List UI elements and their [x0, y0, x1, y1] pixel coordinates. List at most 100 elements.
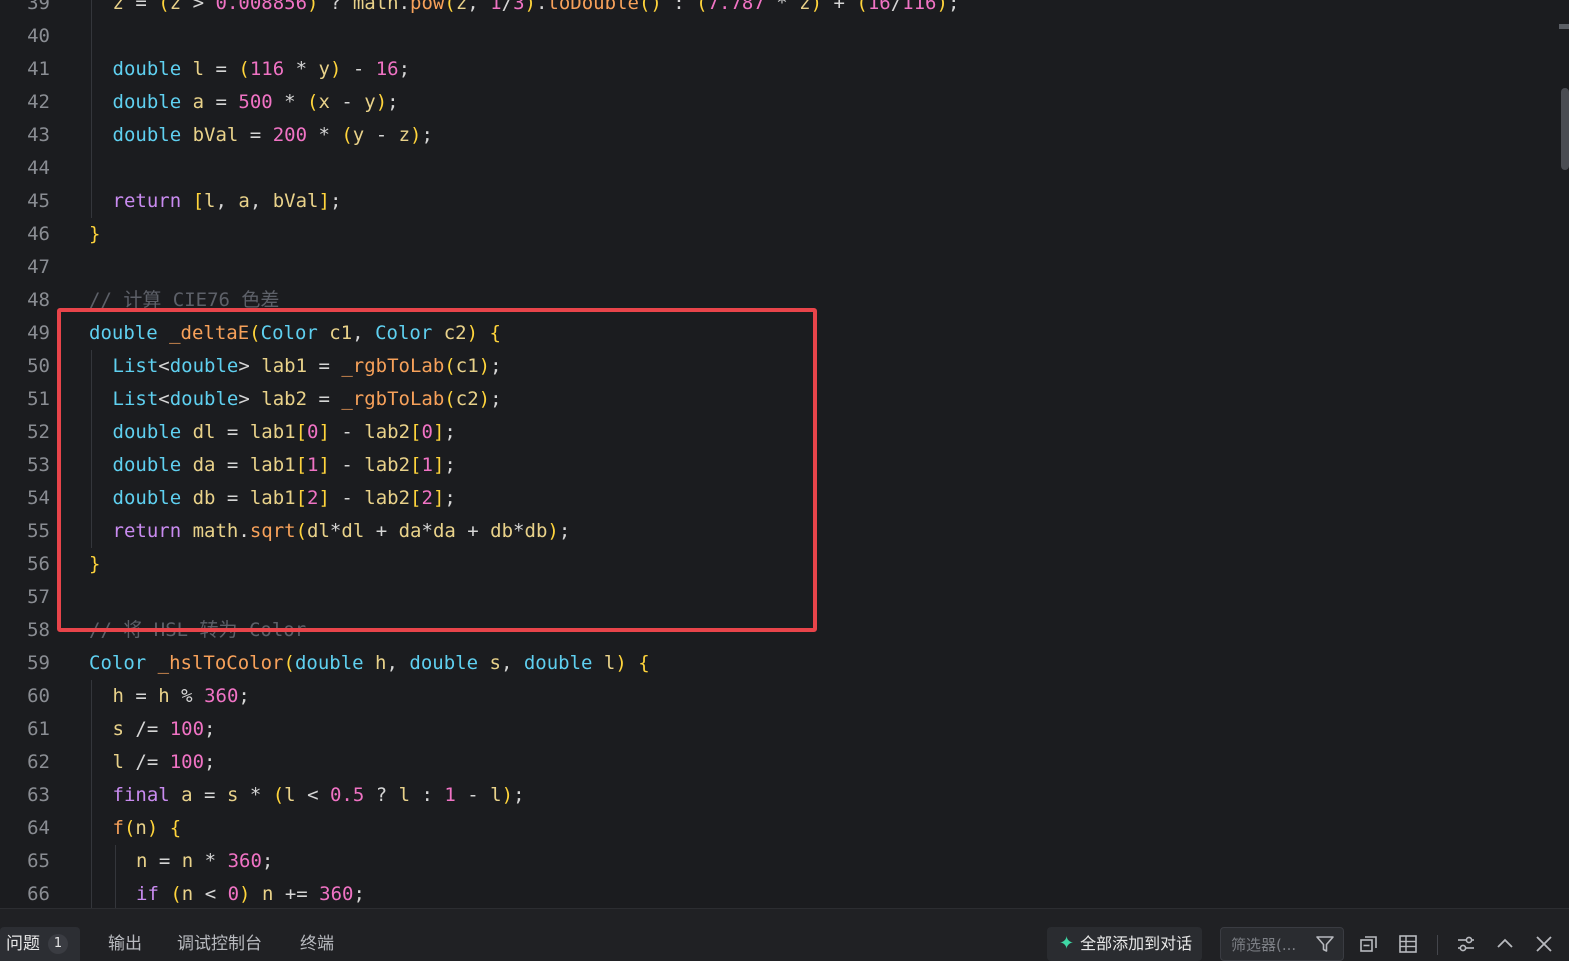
- line-number: 63: [27, 784, 50, 806]
- line-number: 58: [27, 619, 50, 641]
- code-line[interactable]: if (n < 0) n += 360;: [136, 878, 365, 908]
- line-number: 39: [27, 0, 50, 14]
- code-token: l: [603, 652, 616, 674]
- code-token: a: [238, 190, 250, 212]
- code-token: /=: [123, 751, 170, 773]
- code-line[interactable]: final a = s * (l < 0.5 ? l : 1 - l);: [113, 779, 525, 812]
- line-number: 64: [27, 817, 50, 839]
- code-line[interactable]: l /= 100;: [113, 746, 216, 779]
- code-token: ;: [398, 58, 411, 80]
- code-line[interactable]: return [l, a, bVal];: [113, 185, 342, 218]
- code-token: :: [661, 0, 697, 14]
- code-token: ;: [513, 784, 525, 806]
- code-token: 100: [169, 751, 205, 773]
- add-all-to-chat-button[interactable]: ✦ 全部添加到对话: [1047, 927, 1203, 961]
- code-token: 360: [319, 883, 354, 905]
- code-token: /=: [123, 718, 170, 740]
- code-line[interactable]: s /= 100;: [113, 713, 216, 746]
- code-line[interactable]: f(n) {: [113, 812, 182, 845]
- line-number: 42: [27, 91, 50, 113]
- code-token: double: [112, 124, 182, 146]
- code-token: 100: [169, 718, 205, 740]
- code-token: 0.008856: [215, 0, 308, 14]
- code-line[interactable]: h = h % 360;: [113, 680, 250, 713]
- code-line[interactable]: }: [89, 218, 100, 251]
- code-line[interactable]: n = n * 360;: [136, 845, 273, 878]
- code-token: pow: [410, 0, 445, 14]
- code-line[interactable]: double bVal = 200 * (y - z);: [113, 119, 433, 152]
- code-token: *: [272, 91, 308, 113]
- close-icon[interactable]: [1533, 933, 1555, 955]
- code-token: 16: [375, 58, 399, 80]
- code-token: l: [204, 190, 216, 212]
- code-token: =: [204, 91, 239, 113]
- code-token: ?: [318, 0, 353, 14]
- filter-icon[interactable]: [1315, 934, 1335, 958]
- indent-guide: [114, 878, 116, 908]
- chevron-up-icon[interactable]: [1494, 933, 1516, 955]
- code-token: double: [112, 58, 182, 80]
- code-token: z: [455, 0, 468, 14]
- code-token: Color: [89, 652, 147, 674]
- table-view-icon[interactable]: [1397, 933, 1419, 955]
- code-token: n: [181, 883, 194, 905]
- tab-problems[interactable]: 问题 1: [0, 927, 80, 961]
- scrollbar-thumb[interactable]: [1561, 88, 1569, 170]
- code-token: x: [318, 91, 330, 113]
- code-token: 16: [867, 0, 891, 14]
- tab-debug-console[interactable]: 调试控制台: [177, 927, 262, 961]
- tab-output[interactable]: 输出: [108, 927, 142, 961]
- filter-box[interactable]: [1220, 927, 1344, 961]
- code-editor[interactable]: 39 40 41 42 43 44 45 46 47 48 49 50 51 52 53 54 55 56 57 58…: [0, 0, 1569, 908]
- code-token: *: [764, 0, 800, 14]
- code-token: -: [329, 91, 365, 113]
- code-token: 1: [490, 0, 502, 14]
- code-token: 116: [902, 0, 937, 14]
- vertical-scrollbar[interactable]: [1559, 0, 1569, 908]
- indent-guide: [91, 812, 92, 845]
- code-token: ;: [387, 91, 399, 113]
- indent-guide: [91, 86, 92, 119]
- code-token: *: [193, 850, 228, 872]
- indent-guide: [91, 185, 92, 218]
- code-line[interactable]: double a = 500 * (x - y);: [113, 86, 399, 119]
- filter-input[interactable]: [1229, 933, 1317, 957]
- code-line[interactable]: z = (z > 0.008856) ? math.pow(z, 1/3).to…: [113, 0, 960, 20]
- code-line[interactable]: double l = (116 * y) - 16;: [113, 53, 411, 86]
- collapse-all-icon[interactable]: [1358, 933, 1380, 955]
- code-token: (): [638, 0, 662, 14]
- code-token: <: [295, 784, 330, 806]
- tab-debug-console-label: 调试控制台: [177, 934, 262, 954]
- code-line[interactable]: Color _hslToColor(double h, double s, do…: [89, 647, 650, 680]
- line-number: 50: [27, 355, 50, 377]
- code-token: }: [89, 223, 101, 245]
- panel-settings-icon[interactable]: [1455, 933, 1477, 955]
- code-token: %: [169, 685, 205, 707]
- code-token: ): [410, 124, 422, 146]
- code-token: ,: [215, 190, 239, 212]
- code-token: ): [810, 0, 823, 14]
- tab-terminal[interactable]: 终端: [300, 927, 334, 961]
- code-token: y: [318, 58, 330, 80]
- line-number: 45: [27, 190, 50, 212]
- code-token: +: [822, 0, 857, 14]
- indent-guide: [91, 152, 92, 185]
- line-number: 53: [27, 454, 50, 476]
- code-token: y: [352, 124, 365, 146]
- tab-output-label: 输出: [108, 934, 142, 954]
- code-token: 360: [227, 850, 262, 872]
- code-token: ;: [421, 124, 433, 146]
- code-token: ): [146, 817, 159, 839]
- code-token: double: [409, 652, 479, 674]
- line-number: 49: [27, 322, 50, 344]
- code-token: 1: [444, 784, 456, 806]
- indent-guide: [91, 680, 92, 713]
- code-token: 3: [513, 0, 525, 14]
- code-token: 7.787: [707, 0, 765, 14]
- sparkle-icon: ✦: [1059, 933, 1075, 954]
